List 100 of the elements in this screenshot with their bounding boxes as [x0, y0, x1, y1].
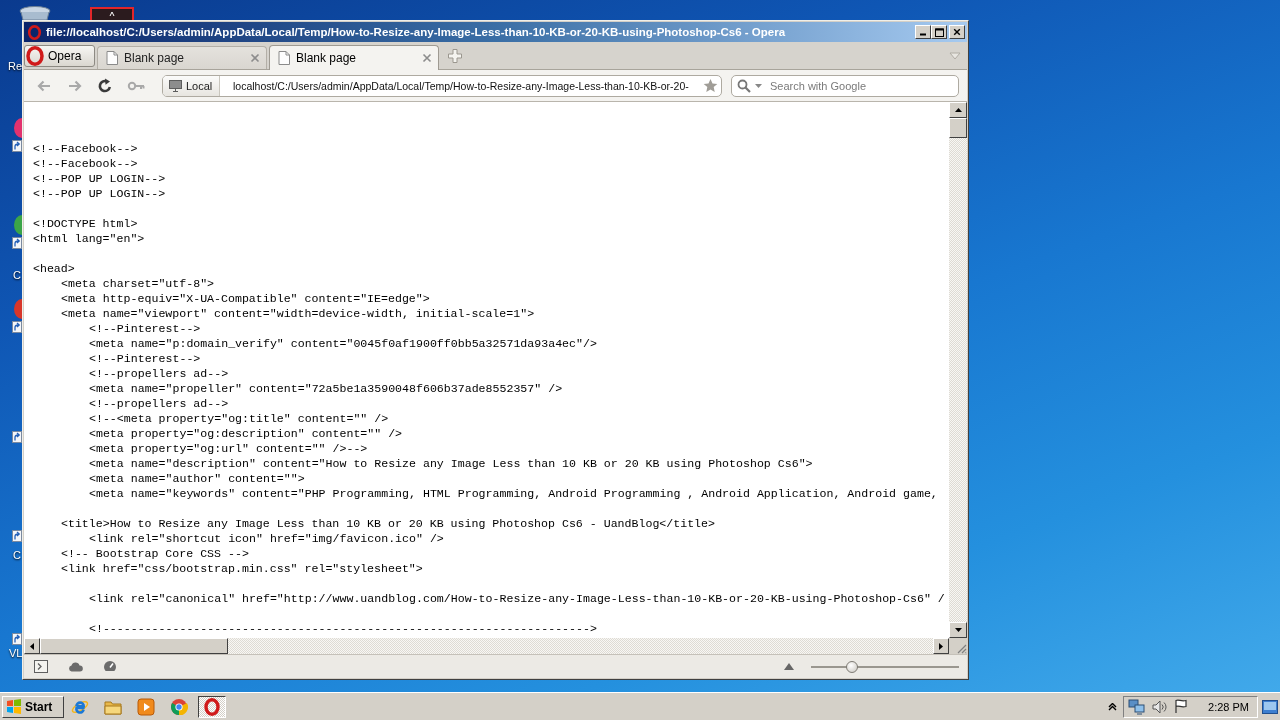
gauge-icon[interactable] [103, 660, 117, 673]
resize-grip-icon [955, 642, 967, 654]
star-icon[interactable] [703, 77, 718, 93]
source-line: <!--propellers ad--> [89, 366, 229, 381]
source-line: <!--Facebook--> [33, 141, 138, 156]
network-icon [1128, 698, 1147, 715]
triangle-up-icon[interactable] [784, 663, 794, 670]
network-button[interactable] [1128, 698, 1147, 715]
page-icon [278, 51, 290, 65]
shortcut-arrow-icon [12, 431, 22, 443]
maximize-icon [934, 27, 944, 37]
scroll-up-button[interactable] [949, 102, 967, 118]
panel-toggle-icon[interactable] [34, 660, 48, 673]
desktop-icon-label: VL [9, 647, 23, 660]
shortcut-arrow-icon [12, 530, 22, 542]
scroll-down-button[interactable] [949, 622, 967, 638]
source-line: <!----------------------------------------------------------------------> [89, 621, 597, 636]
scroll-right-button[interactable] [933, 638, 949, 654]
close-button[interactable] [949, 25, 965, 39]
source-line: <meta property="og:url" content="" />--> [89, 441, 368, 456]
reload-icon [97, 77, 114, 94]
o-logo-icon [25, 45, 45, 66]
source-line: <meta name="keywords" content="PHP Programming, HTML Programming, Android Programming , Android Application, Android game, [89, 486, 938, 501]
close-icon [953, 28, 961, 36]
tab[interactable]: Blank page [269, 45, 439, 70]
cloud-icon[interactable] [68, 661, 83, 672]
play-icon [137, 697, 155, 716]
new-tab-button[interactable] [447, 47, 463, 64]
source-line: <!--Pinterest--> [89, 321, 201, 336]
minimize-button[interactable] [915, 25, 931, 39]
search-icon [737, 78, 751, 93]
desktop-icon-label: C [13, 269, 21, 282]
source-line: <!--POP UP LOGIN--> [33, 171, 166, 186]
source-line: <meta name="description" content="How to Resize any Image Less than 10 KB or 20 KB using Photoshop Cs6"> [89, 456, 813, 471]
arrow-left-icon [30, 642, 34, 650]
arrow-down-icon [954, 628, 962, 632]
site-info-button[interactable]: Local [163, 75, 221, 96]
source-line: <!--POP UP LOGIN--> [33, 186, 166, 201]
source-line: <meta name="author" content=""> [89, 471, 305, 486]
shortcut-arrow-icon [12, 140, 22, 152]
maximize-button[interactable] [931, 25, 947, 39]
desktop-icon-label: C [13, 549, 21, 562]
taskbar-button[interactable] [198, 695, 226, 718]
source-line: <meta name="propeller" content="72a5be1a3590048f606b37ade8552357" /> [89, 381, 563, 396]
source-line: <meta property="og:description" content="" /> [89, 426, 403, 441]
source-line: <link rel="shortcut icon" href="img/favicon.ico" /> [89, 531, 444, 546]
round-logo-icon [170, 697, 188, 716]
vertical-scrollbar[interactable] [949, 102, 967, 638]
source-line: <!-- Bootstrap Core CSS --> [61, 546, 249, 561]
source-line: <meta name="p:domain_verify" content="0045f0af1900ff0bb5a32571da93a4ec"/> [89, 336, 597, 351]
action-center-button[interactable] [1174, 699, 1189, 714]
recycle-bin-icon [18, 5, 52, 20]
shortcut-arrow-icon [12, 237, 22, 249]
source-line: <!DOCTYPE html> [33, 216, 138, 231]
plus-icon [447, 47, 463, 64]
source-line: <!--propellers ad--> [89, 396, 229, 411]
search-field[interactable]: Search with Google [731, 74, 959, 97]
o-logo-icon [203, 697, 221, 716]
scroll-left-button[interactable] [24, 638, 40, 654]
app-icon [90, 7, 134, 20]
tab[interactable]: Blank page [97, 46, 267, 69]
folder-icon [104, 698, 122, 715]
slider-thumb[interactable] [846, 660, 859, 673]
windows-flag-icon [6, 699, 22, 714]
source-line: <!--Pinterest--> [89, 351, 201, 366]
start-button[interactable]: Start [2, 695, 64, 718]
volume-button[interactable] [1152, 699, 1169, 714]
show-desktop-button[interactable] [1262, 699, 1278, 714]
horizontal-scrollbar[interactable] [24, 638, 949, 654]
page-icon [106, 51, 118, 65]
source-line: <!--<meta property="og:title" content="" /> [89, 411, 389, 426]
source-line: <link rel="canonical" href="http://www.uandblog.com/How-to-Resize-any-Image-Less-than-10-KB-or-20-KB-using-Photoshop-Cs6" / [89, 591, 945, 606]
close-icon [250, 53, 260, 63]
speaker-icon [1152, 699, 1169, 714]
source-line: <meta http-equiv="X-UA-Compatible" content="IE=edge"> [61, 291, 430, 306]
window-title: file://localhost/C:/Users/admin/AppData/Local/Temp/How-to-Resize-any-Image-Less-than-10-KB-or-20-KB-using-Photoshop-Cs6 - Opera [46, 26, 787, 38]
source-line: <meta charset="utf-8"> [61, 276, 215, 291]
source-line: <title>How to Resize any Image Less than 10 KB or 20 KB using Photoshop Cs6 - UandBlog</title> [61, 516, 715, 531]
monitor-icon [169, 79, 182, 92]
flag-icon [1174, 699, 1189, 714]
opera-menu-button[interactable]: Opera [24, 44, 95, 67]
o-logo-icon [27, 24, 42, 40]
desktop-icon-label: Re [8, 60, 23, 73]
tray-expand-button[interactable] [1108, 702, 1118, 711]
source-line: <link href="css/bootstrap.min.css" rel="stylesheet"> [61, 561, 423, 576]
source-line: <head> [33, 261, 75, 276]
arrow-right-icon [939, 642, 943, 650]
desktop-preview-icon [1262, 699, 1278, 714]
chevron-up-icon [1108, 702, 1118, 711]
clock-text: 2:28 PM [1208, 700, 1249, 713]
source-line: <!--Facebook--> [33, 156, 138, 171]
scrollbar-thumb[interactable] [949, 118, 967, 138]
scrollbar-thumb[interactable] [40, 638, 228, 654]
shortcut-arrow-icon [12, 633, 22, 645]
caret-down-icon[interactable] [755, 83, 762, 88]
close-icon [422, 53, 432, 63]
source-line: <meta name="viewport" content="width=device-width, initial-scale=1"> [61, 306, 535, 321]
shortcut-arrow-icon [12, 321, 22, 333]
arrow-up-icon [954, 108, 962, 112]
source-line: <html lang="en"> [33, 231, 145, 246]
